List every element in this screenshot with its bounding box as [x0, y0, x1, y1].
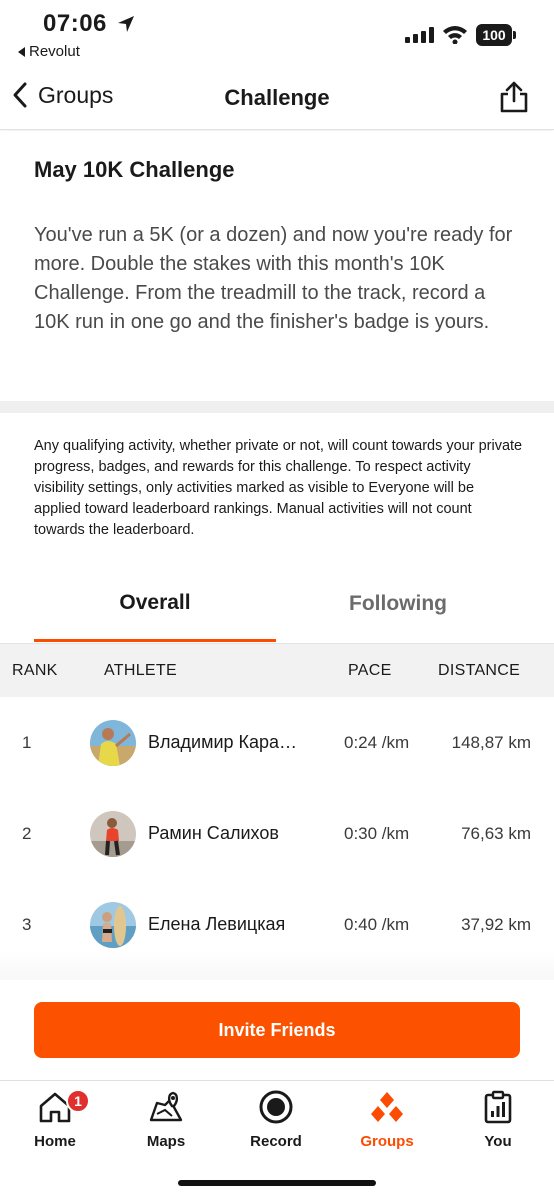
- back-button[interactable]: Groups: [10, 80, 113, 110]
- maps-icon: [149, 1091, 183, 1122]
- athlete-avatar[interactable]: [90, 811, 136, 857]
- row-rank: 2: [22, 824, 32, 843]
- leaderboard-tabs: Overall Following: [0, 566, 554, 642]
- row-rank: 1: [22, 733, 32, 752]
- athlete-distance: 76,63 km: [461, 824, 531, 843]
- column-header-athlete: ATHLETE: [104, 662, 177, 679]
- tab-you-label: You: [484, 1133, 512, 1150]
- share-icon[interactable]: [497, 80, 531, 114]
- status-bar: 07:06 Revolut 100: [0, 0, 554, 66]
- challenge-description-section: May 10K Challenge You've run a 5K (or a …: [0, 131, 554, 401]
- tab-overall[interactable]: Overall: [34, 566, 276, 642]
- tab-home[interactable]: Home 1: [5, 1089, 105, 1159]
- home-indicator[interactable]: [178, 1180, 376, 1186]
- chevron-left-icon: [13, 82, 27, 108]
- athlete-avatar[interactable]: [90, 720, 136, 766]
- tab-record[interactable]: Record: [226, 1089, 326, 1159]
- tab-you[interactable]: You: [448, 1089, 548, 1159]
- tab-groups-label: Groups: [360, 1133, 414, 1150]
- tab-home-label: Home: [34, 1133, 76, 1150]
- athlete-avatar[interactable]: [90, 902, 136, 948]
- athlete-pace: 0:24 /km: [344, 733, 410, 752]
- back-to-app-link[interactable]: Revolut: [18, 43, 80, 60]
- section-divider: [0, 401, 554, 413]
- table-row[interactable]: 2 Рамин Салихов 0:30 /km 76,63 km: [0, 788, 554, 879]
- location-arrow-icon: [118, 16, 134, 32]
- invite-friends-button[interactable]: Invite Friends: [34, 1002, 520, 1058]
- cta-area: Invite Friends: [0, 980, 554, 1080]
- athlete-pace: 0:30 /km: [344, 824, 410, 843]
- column-header-distance: DISTANCE: [438, 662, 521, 679]
- column-header-pace: PACE: [348, 662, 392, 679]
- scroll-fade: [0, 950, 554, 982]
- tab-maps-label: Maps: [146, 1133, 186, 1150]
- you-icon: [484, 1090, 512, 1124]
- leaderboard-disclaimer: Any qualifying activity, whether private…: [34, 438, 523, 538]
- nav-bar: Groups Challenge: [0, 66, 554, 130]
- back-triangle-icon: [18, 46, 25, 57]
- challenge-title: May 10K Challenge: [34, 157, 235, 182]
- athlete-name[interactable]: Елена Левицкая: [148, 914, 308, 935]
- back-button-label: Groups: [38, 81, 114, 108]
- wifi-icon: [443, 26, 467, 44]
- column-header-rank: RANK: [12, 662, 58, 679]
- status-time: 07:06: [43, 10, 107, 37]
- tab-following[interactable]: Following: [276, 566, 520, 642]
- athlete-name[interactable]: Владимир Кара…: [148, 732, 308, 753]
- athlete-name[interactable]: Рамин Салихов: [148, 823, 308, 844]
- tab-groups[interactable]: Groups: [337, 1089, 437, 1159]
- record-icon: [259, 1090, 293, 1124]
- athlete-pace: 0:40 /km: [344, 915, 410, 934]
- athlete-distance: 148,87 km: [451, 733, 531, 752]
- athlete-distance: 37,92 km: [461, 915, 531, 934]
- leaderboard-header: RANK ATHLETE PACE DISTANCE: [0, 643, 554, 697]
- battery-tip: [513, 31, 516, 39]
- groups-icon: [371, 1092, 403, 1122]
- notification-badge: 1: [66, 1089, 90, 1113]
- tab-maps[interactable]: Maps: [116, 1089, 216, 1159]
- tab-record-label: Record: [250, 1133, 302, 1150]
- battery-indicator: 100: [476, 24, 516, 46]
- table-row[interactable]: 1 Владимир Кара… 0:24 /km 148,87 km: [0, 697, 554, 788]
- battery-level: 100: [476, 24, 512, 46]
- cellular-signal-icon: [405, 27, 434, 43]
- challenge-description: You've run a 5K (or a dozen) and now you…: [34, 224, 513, 333]
- row-rank: 3: [22, 915, 32, 934]
- back-app-label: Revolut: [29, 43, 80, 60]
